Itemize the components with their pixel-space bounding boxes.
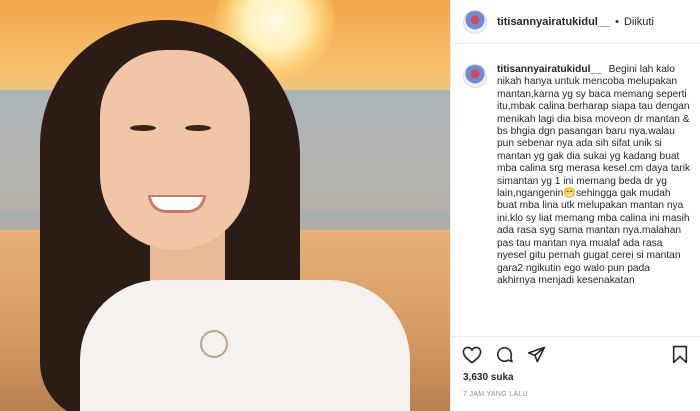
header-username[interactable]: titisannyairatukidul__: [497, 16, 610, 28]
post-sidebar: titisannyairatukidul__ • Diikuti titisan…: [450, 0, 700, 411]
right-eye: [185, 125, 211, 131]
bookmark-icon[interactable]: [669, 344, 691, 366]
caption-text: Begini lah kalo nikah hanya untuk mencob…: [497, 64, 691, 286]
separator-dot: •: [615, 15, 619, 28]
caption-username[interactable]: titisannyairatukidul__: [497, 64, 602, 75]
shirt: [80, 280, 410, 411]
caption-comment: titisannyairatukidul__ Begini lah kalo n…: [463, 64, 691, 326]
necklace: [200, 330, 228, 358]
heart-icon[interactable]: [461, 344, 483, 366]
post-photo[interactable]: [0, 0, 450, 411]
avatar[interactable]: [463, 9, 487, 34]
smile: [148, 195, 206, 213]
caption-avatar[interactable]: [463, 64, 487, 88]
post-header: titisannyairatukidul__ • Diikuti: [451, 0, 700, 44]
caption-text-block: titisannyairatukidul__ Begini lah kalo n…: [497, 64, 691, 326]
face: [100, 50, 250, 250]
action-bar: [451, 336, 700, 372]
comment-icon[interactable]: [493, 344, 515, 366]
post-timestamp[interactable]: 7 JAM YANG LALU: [463, 391, 528, 398]
left-eye: [130, 125, 156, 131]
share-icon[interactable]: [525, 344, 547, 366]
likes-count[interactable]: 3,630 suka: [463, 372, 514, 383]
follow-status[interactable]: Diikuti: [624, 16, 654, 28]
